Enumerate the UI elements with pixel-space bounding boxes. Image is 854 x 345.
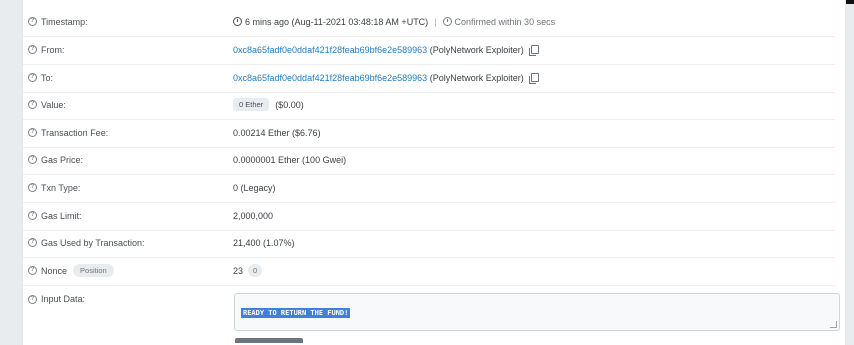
copy-icon[interactable] — [528, 73, 539, 85]
help-icon[interactable]: ? — [28, 294, 37, 304]
help-icon[interactable]: ? — [28, 266, 37, 276]
help-icon[interactable]: ? — [28, 155, 37, 165]
row-from: ? From: 0xc8a65fadf0e0ddaf421f28feab69bf6… — [23, 36, 835, 65]
row-nonce: ? Nonce Position 23 0 — [23, 257, 835, 286]
row-txn-type: ? Txn Type: 0 (Legacy) — [23, 174, 835, 203]
help-icon[interactable]: ? — [28, 238, 37, 248]
gas-price-value: 0.0000001 Ether (100 Gwei) — [233, 154, 347, 165]
txn-type-label: Txn Type: — [41, 182, 81, 193]
separator: | — [434, 16, 437, 27]
help-icon[interactable]: ? — [28, 73, 37, 83]
value-usd: ($0.00) — [275, 99, 304, 110]
transaction-fee-value: 0.00214 Ether ($6.76) — [233, 127, 321, 138]
to-address-link[interactable]: 0xc8a65fadf0e0ddaf421f28feab69bf6e2e5899… — [233, 73, 427, 83]
transaction-details-card: ? Timestamp: 6 mins ago (Aug-11-2021 03:4… — [22, 0, 846, 345]
clock-icon — [233, 17, 242, 27]
nonce-label: Nonce — [41, 265, 68, 276]
gas-limit-label: Gas Limit: — [41, 210, 82, 221]
row-gas-limit: ? Gas Limit: 2,000,000 — [23, 202, 835, 231]
transaction-fee-label: Transaction Fee: — [41, 127, 109, 138]
timestamp-value: 6 mins ago (Aug-11-2021 03:48:18 AM +UTC… — [245, 16, 429, 27]
timestamp-label: Timestamp: — [41, 16, 88, 27]
help-icon[interactable]: ? — [28, 128, 37, 138]
row-timestamp: ? Timestamp: 6 mins ago (Aug-11-2021 03:4… — [23, 8, 835, 37]
from-address-link[interactable]: 0xc8a65fadf0e0ddaf421f28feab69bf6e2e5899… — [233, 45, 427, 55]
help-icon[interactable]: ? — [28, 45, 37, 55]
to-name: (PolyNetwork Exploiter) — [429, 72, 524, 83]
help-icon[interactable]: ? — [28, 183, 37, 193]
input-data-text: READY TO RETURN THE FUND! — [241, 308, 351, 318]
value-label: Value: — [41, 99, 66, 110]
from-name: (PolyNetwork Exploiter) — [429, 44, 524, 55]
row-value: ? Value: 0 Ether ($0.00) — [23, 91, 835, 120]
to-label: To: — [41, 72, 54, 83]
page-gutter — [0, 0, 22, 341]
confirmation-time: Confirmed within 30 secs — [454, 16, 556, 27]
position-badge: Position — [73, 264, 114, 278]
clock-icon — [442, 17, 452, 27]
input-data-label: Input Data: — [41, 294, 86, 304]
row-to: ? To: 0xc8a65fadf0e0ddaf421f28feab69bf6e2… — [23, 64, 835, 93]
row-gas-price: ? Gas Price: 0.0000001 Ether (100 Gwei) — [23, 146, 835, 175]
position-value: 0 — [248, 264, 263, 278]
row-gas-used: ? Gas Used by Transaction: 21,400 (1.07%) — [23, 229, 835, 258]
from-label: From: — [41, 44, 65, 55]
help-icon[interactable]: ? — [28, 100, 37, 110]
input-data-textarea[interactable]: READY TO RETURN THE FUND! — [234, 293, 840, 331]
nonce-value: 23 — [233, 265, 244, 276]
value-badge: 0 Ether — [233, 98, 270, 112]
resize-handle-icon[interactable] — [830, 321, 837, 328]
gas-used-value: 21,400 (1.07%) — [233, 237, 295, 248]
txn-type-value: 0 (Legacy) — [233, 182, 276, 193]
help-icon[interactable]: ? — [28, 17, 37, 27]
row-transaction-fee: ? Transaction Fee: 0.00214 Ether ($6.76) — [23, 119, 835, 148]
gas-limit-value: 2,000,000 — [233, 210, 274, 221]
help-icon[interactable]: ? — [28, 211, 37, 221]
gas-used-label: Gas Used by Transaction: — [41, 237, 145, 248]
gas-price-label: Gas Price: — [41, 154, 84, 165]
copy-icon[interactable] — [528, 45, 539, 57]
